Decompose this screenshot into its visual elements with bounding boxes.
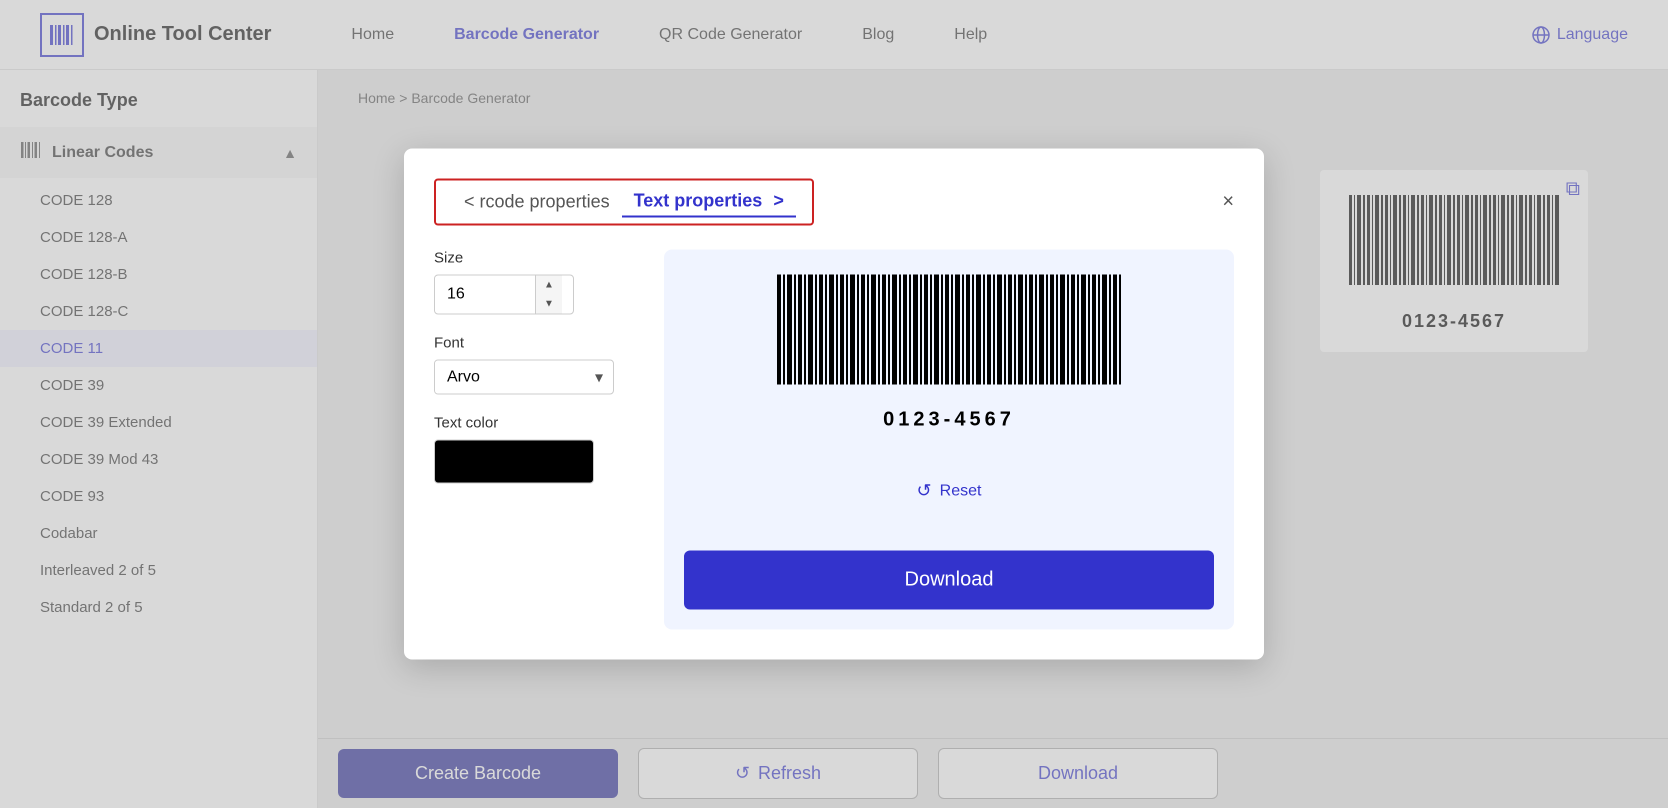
font-select[interactable]: Arvo Arial Times New Roman Courier Georg…: [435, 361, 585, 394]
modal-close-button[interactable]: ×: [1222, 191, 1234, 214]
reset-label: Reset: [940, 482, 982, 500]
barcode-value-label: 0123-4567: [769, 409, 1129, 432]
size-input[interactable]: [435, 278, 535, 312]
font-select-wrap: Arvo Arial Times New Roman Courier Georg…: [434, 360, 614, 395]
modal-tabs: < rcode properties Text properties >: [434, 179, 814, 226]
chevron-down-icon: ▾: [585, 367, 613, 387]
tab-rcode-properties[interactable]: < rcode properties: [452, 188, 622, 217]
barcode-preview-container: 0123-4567: [769, 270, 1129, 432]
font-label: Font: [434, 335, 634, 352]
modal-body: Size ▲ ▼ Font Arvo Arial Times New Roman: [434, 250, 1234, 630]
size-decrement-button[interactable]: ▼: [536, 295, 562, 314]
modal-dialog: < rcode properties Text properties > × S…: [404, 149, 1264, 660]
text-color-label: Text color: [434, 415, 634, 432]
modal-barcode-preview: 0123-4567 ↺ Reset Download: [664, 250, 1234, 630]
tab-text-properties-label: Text properties: [634, 191, 763, 211]
size-increment-button[interactable]: ▲: [536, 276, 562, 295]
size-form-group: Size ▲ ▼: [434, 250, 634, 315]
modal-form: Size ▲ ▼ Font Arvo Arial Times New Roman: [434, 250, 634, 630]
barcode-preview-svg: [769, 270, 1129, 400]
text-color-swatch[interactable]: [434, 440, 594, 484]
size-spinners: ▲ ▼: [535, 276, 562, 314]
reset-button[interactable]: ↺ Reset: [917, 481, 982, 502]
size-label: Size: [434, 250, 634, 267]
reset-icon: ↺: [917, 481, 932, 502]
font-form-group: Font Arvo Arial Times New Roman Courier …: [434, 335, 634, 395]
tab-right-arrow: >: [773, 191, 784, 211]
text-color-form-group: Text color: [434, 415, 634, 484]
tab-text-properties[interactable]: Text properties >: [622, 187, 796, 218]
size-input-wrap: ▲ ▼: [434, 275, 574, 315]
modal-header: < rcode properties Text properties > ×: [434, 179, 1234, 226]
modal-download-button[interactable]: Download: [684, 551, 1214, 610]
